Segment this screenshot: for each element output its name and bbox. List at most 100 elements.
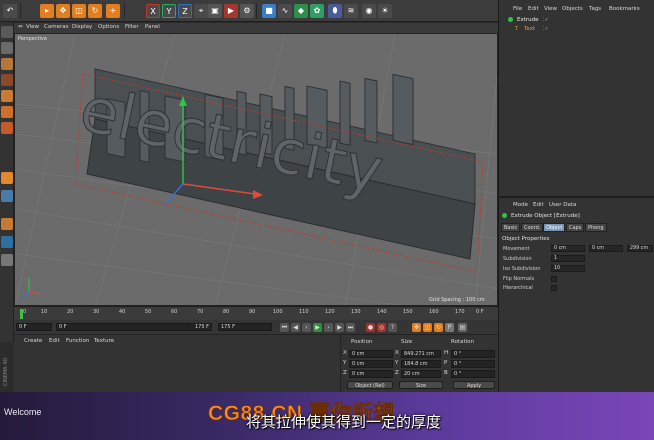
menu-user-data[interactable]: User Data xyxy=(549,202,576,208)
start-frame-field[interactable]: 0 F xyxy=(16,323,52,331)
points-mode-icon[interactable] xyxy=(1,90,13,102)
planar-workplane-icon[interactable] xyxy=(1,254,13,266)
tweak-mode-icon[interactable] xyxy=(1,190,13,202)
menu-display[interactable]: Display xyxy=(72,24,92,30)
tab-phong[interactable]: Phong xyxy=(585,223,607,232)
key-position-icon[interactable]: ✥ xyxy=(412,323,421,332)
undo-icon[interactable]: ↶ xyxy=(3,4,17,18)
rotation-h-field[interactable]: 0 ° xyxy=(451,350,495,358)
scene-icon[interactable]: ≋ xyxy=(344,4,358,18)
lock-workplane-icon[interactable] xyxy=(1,236,13,248)
timeline-icon[interactable]: ▤ xyxy=(458,323,467,332)
menu-create[interactable]: Create xyxy=(24,338,42,344)
viewport-nav-icons[interactable]: ⇔ xyxy=(18,24,23,30)
tab-caps[interactable]: Caps xyxy=(566,223,585,232)
size-z-field[interactable]: 20 cm xyxy=(401,370,441,378)
coordinate-system-icon[interactable]: ⌖ xyxy=(194,4,208,18)
key-rotation-icon[interactable]: ↻ xyxy=(434,323,443,332)
key-scale-icon[interactable]: ◫ xyxy=(423,323,432,332)
render-view-icon[interactable]: ▣ xyxy=(208,4,222,18)
move-icon[interactable]: ✥ xyxy=(56,4,70,18)
y-axis-icon[interactable]: Y xyxy=(162,4,176,18)
position-z-field[interactable]: 0 cm xyxy=(349,370,393,378)
coordinate-mode-select[interactable]: Object (Rel) xyxy=(347,381,393,389)
select-icon[interactable]: ▸ xyxy=(40,4,54,18)
menu-bookmarks[interactable]: Bookmarks xyxy=(609,6,640,12)
render-settings-icon[interactable]: ⚙ xyxy=(240,4,254,18)
menu-options[interactable]: Options xyxy=(98,24,119,30)
deformer-icon[interactable]: ⬮ xyxy=(328,4,342,18)
autokey-icon[interactable]: ◎ xyxy=(377,323,386,332)
polygons-mode-icon[interactable] xyxy=(1,122,13,134)
timeline-ruler[interactable]: 0 10 20 30 40 50 60 70 80 90 100 110 120… xyxy=(14,306,498,320)
menu-file[interactable]: File xyxy=(513,6,522,12)
workplane-icon[interactable] xyxy=(1,74,13,86)
keyframe-selection-icon[interactable]: ? xyxy=(388,323,397,332)
tab-object[interactable]: Object xyxy=(543,223,566,232)
nurbs-icon[interactable]: ◆ xyxy=(294,4,308,18)
menu-texture[interactable]: Texture xyxy=(94,338,114,344)
visibility-dots-icon[interactable]: ⁚✓ xyxy=(543,26,549,32)
texture-mode-icon[interactable] xyxy=(1,58,13,70)
rotate-icon[interactable]: ↻ xyxy=(88,4,102,18)
menu-objects[interactable]: Objects xyxy=(562,6,583,12)
flip-normals-checkbox[interactable] xyxy=(551,276,557,282)
size-x-field[interactable]: 849.271 cm xyxy=(401,350,441,358)
menu-filter[interactable]: Filter xyxy=(125,24,139,30)
axis-mode-icon[interactable] xyxy=(1,172,13,184)
menu-function[interactable]: Function xyxy=(66,338,89,344)
rotation-b-field[interactable]: 0 ° xyxy=(451,370,495,378)
make-editable-icon[interactable] xyxy=(1,26,13,38)
menu-view[interactable]: View xyxy=(544,6,557,12)
z-axis-icon[interactable]: Z xyxy=(178,4,192,18)
spline-icon[interactable]: ∿ xyxy=(278,4,292,18)
movement-x-field[interactable]: 0 cm xyxy=(551,245,585,252)
snap-icon[interactable] xyxy=(1,218,13,230)
array-icon[interactable]: ✿ xyxy=(310,4,324,18)
model-mode-icon[interactable] xyxy=(1,42,13,54)
next-key-icon[interactable]: ▶ xyxy=(335,323,344,332)
camera-icon[interactable]: ◉ xyxy=(362,4,376,18)
menu-edit[interactable]: Edit xyxy=(528,6,539,12)
end-frame-field[interactable]: 175 F xyxy=(218,323,272,331)
object-row-extrude[interactable]: Extrude ⁚✓ xyxy=(505,16,651,24)
record-keys-icon[interactable]: ● xyxy=(366,323,375,332)
go-to-start-icon[interactable]: ⏮ xyxy=(280,323,289,332)
position-y-field[interactable]: 0 cm xyxy=(349,360,393,368)
visibility-dots-icon[interactable]: ⁚✓ xyxy=(543,17,549,23)
rotation-p-field[interactable]: 0 ° xyxy=(451,360,495,368)
key-param-icon[interactable]: P xyxy=(445,323,454,332)
object-row-text[interactable]: T Text ⁚✓ xyxy=(505,25,651,33)
tab-coord[interactable]: Coord. xyxy=(521,223,544,232)
size-y-field[interactable]: 184.8 cm xyxy=(401,360,441,368)
light-icon[interactable]: ☀ xyxy=(378,4,392,18)
tab-basic[interactable]: Basic xyxy=(501,223,521,232)
scale-icon[interactable]: ◫ xyxy=(72,4,86,18)
hierarchical-checkbox[interactable] xyxy=(551,285,557,291)
menu-cameras[interactable]: Cameras xyxy=(44,24,68,30)
menu-view[interactable]: View xyxy=(26,24,39,30)
subdivision-field[interactable]: 1 xyxy=(551,255,585,262)
edges-mode-icon[interactable] xyxy=(1,106,13,118)
cube-icon[interactable]: ■ xyxy=(262,4,276,18)
go-to-end-icon[interactable]: ⏭ xyxy=(346,323,355,332)
movement-y-field[interactable]: 0 cm xyxy=(589,245,623,252)
previous-frame-icon[interactable]: ‹ xyxy=(302,323,311,332)
previous-key-icon[interactable]: ◀ xyxy=(291,323,300,332)
size-mode-select[interactable]: Size xyxy=(399,381,443,389)
menu-panel[interactable]: Panel xyxy=(145,24,160,30)
next-frame-icon[interactable]: › xyxy=(324,323,333,332)
viewport[interactable]: Perspective electricity Grid Spacing: 1… xyxy=(14,33,498,306)
x-axis-icon[interactable]: X xyxy=(146,4,160,18)
menu-tags[interactable]: Tags xyxy=(589,6,601,12)
movement-z-field[interactable]: 299 cm xyxy=(627,245,653,252)
menu-edit[interactable]: Edit xyxy=(533,202,544,208)
iso-subdivision-field[interactable]: 10 xyxy=(551,265,585,272)
render-picture-viewer-icon[interactable]: ▶ xyxy=(224,4,238,18)
add-icon[interactable]: + xyxy=(106,4,120,18)
menu-mode[interactable]: Mode xyxy=(513,202,528,208)
apply-button[interactable]: Apply xyxy=(453,381,495,389)
play-icon[interactable]: ▶ xyxy=(313,323,322,332)
position-x-field[interactable]: 0 cm xyxy=(349,350,393,358)
menu-edit[interactable]: Edit xyxy=(49,338,60,344)
